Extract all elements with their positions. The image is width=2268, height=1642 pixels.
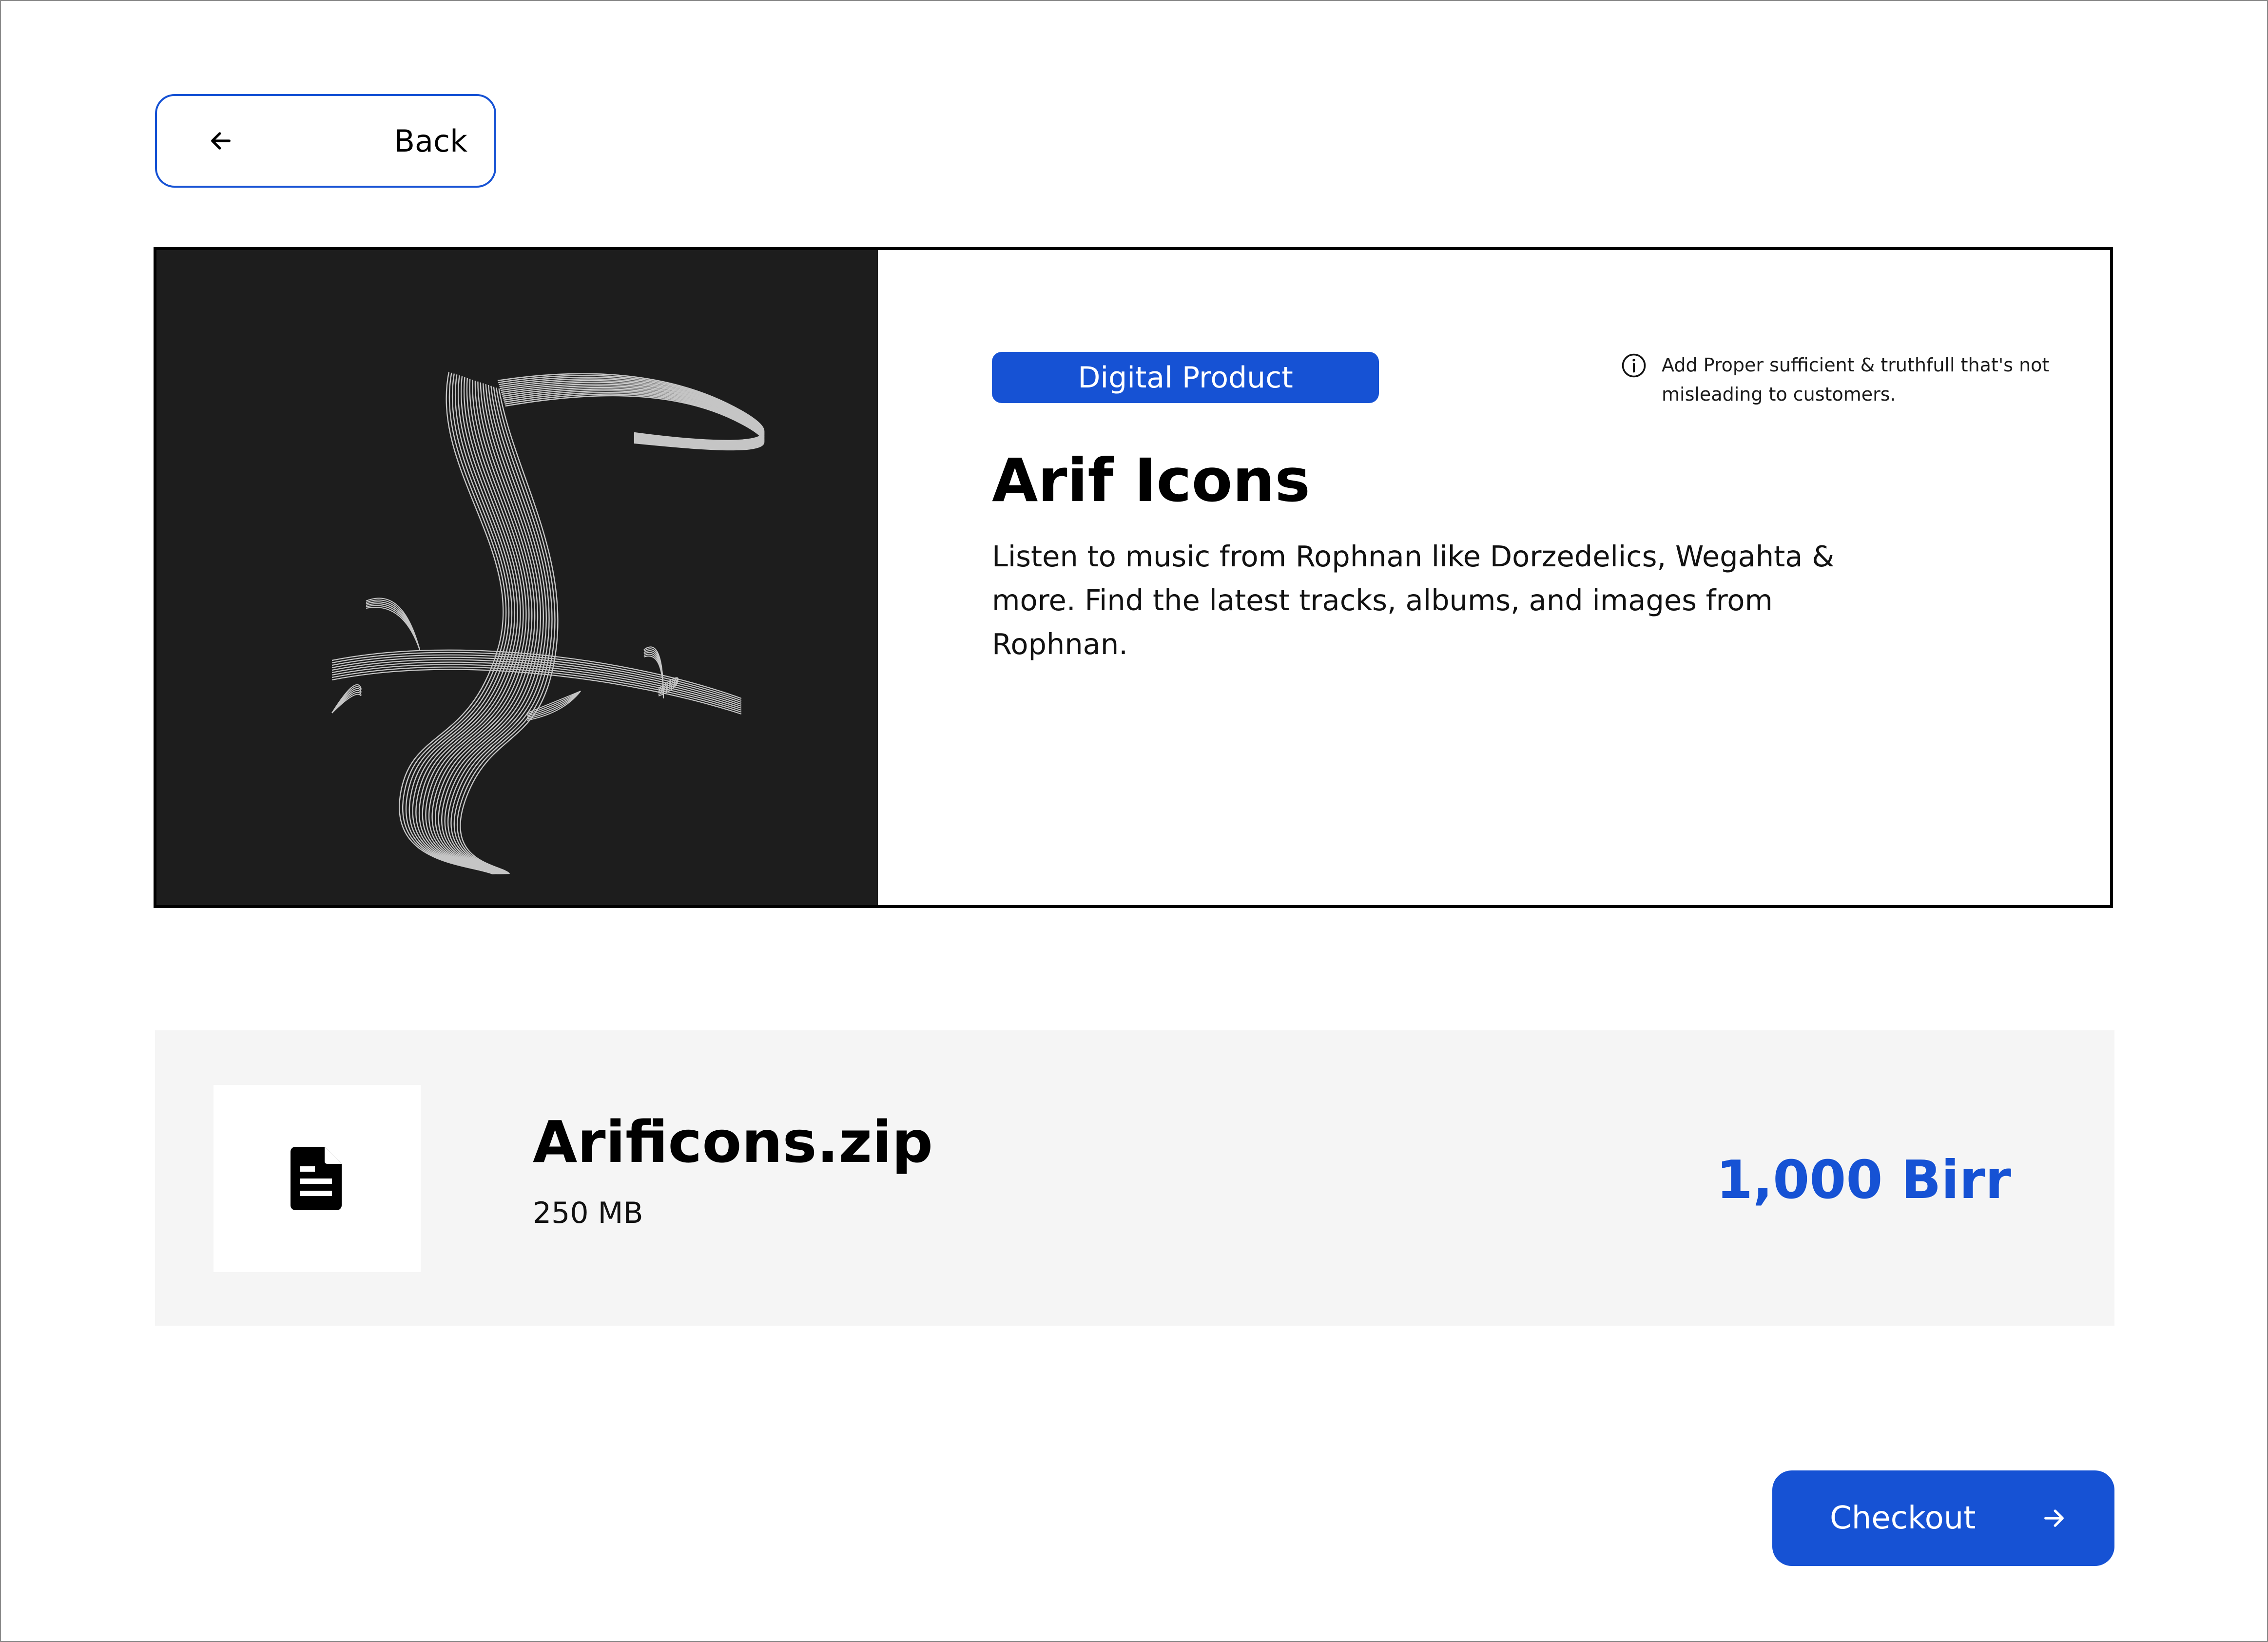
file-name: Arificons.zip xyxy=(533,1108,933,1176)
back-button[interactable]: Back xyxy=(155,94,496,188)
product-notice: Add Proper sufficient & truthfull that's… xyxy=(1621,350,2059,409)
arrow-right-icon xyxy=(2041,1506,2067,1531)
file-thumbnail xyxy=(213,1085,421,1272)
notice-text: Add Proper sufficient & truthfull that's… xyxy=(1662,354,2050,405)
checkout-button[interactable]: Checkout xyxy=(1772,1470,2114,1566)
file-row: Arificons.zip 250 MB 1,000 Birr xyxy=(155,1030,2114,1326)
product-card: Digital Product Add Proper sufficient & … xyxy=(154,247,2113,908)
digital-product-badge: Digital Product xyxy=(992,352,1379,403)
file-size: 250 MB xyxy=(533,1196,643,1230)
product-description: Listen to music from Rophnan like Dorzed… xyxy=(992,540,1835,661)
checkout-button-label: Checkout xyxy=(1830,1500,1976,1536)
price: 1,000 Birr xyxy=(1716,1150,2011,1211)
document-icon xyxy=(288,1144,347,1213)
back-button-label: Back xyxy=(394,123,467,159)
toucan-line-art xyxy=(331,371,765,875)
arrow-left-icon xyxy=(208,128,233,154)
product-title: Arif Icons xyxy=(992,446,1310,515)
info-icon xyxy=(1621,352,1647,379)
product-image xyxy=(156,250,878,905)
